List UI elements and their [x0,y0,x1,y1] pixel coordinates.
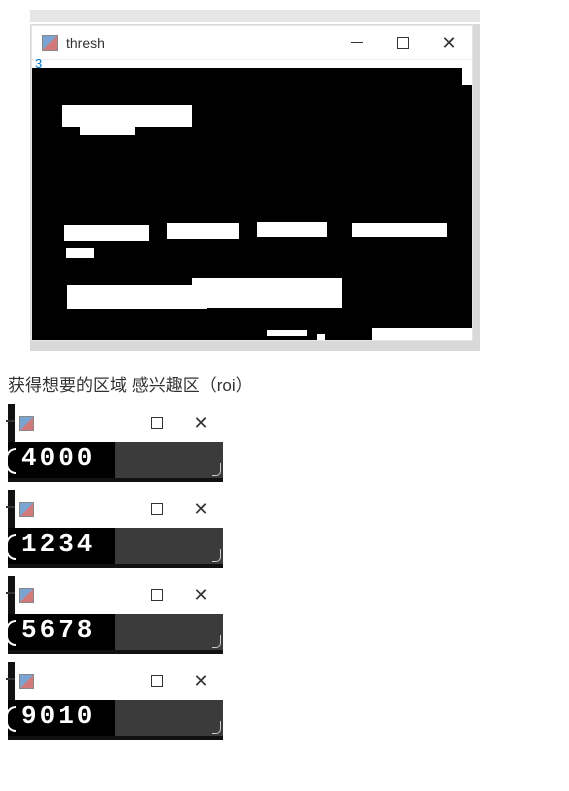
close-button[interactable]: ✕ [426,27,472,59]
close-button[interactable]: ✕ [179,493,223,525]
maximize-button[interactable] [135,579,179,611]
maximize-icon [151,503,163,515]
minimize-button[interactable] [334,27,380,59]
roi-window: ✕ 9010 [8,662,223,740]
maximize-button[interactable] [135,665,179,697]
titlebar: thresh ✕ [32,26,472,60]
roi-right-panel [115,442,223,478]
maximize-icon [151,675,163,687]
app-icon [19,416,34,431]
roi-stack: ✕ 4000 ✕ 1234 ✕ [8,404,223,740]
roi-window: ✕ 4000 [8,404,223,482]
close-icon: ✕ [193,414,208,432]
left-arc [8,700,15,736]
left-arc [8,614,15,650]
close-icon: ✕ [193,586,208,604]
thresh-outer-frame: 3 thresh ✕ [30,24,480,351]
maximize-button[interactable] [380,27,426,59]
roi-right-panel [115,614,223,650]
maximize-button[interactable] [135,493,179,525]
roi-digits: 5678 [15,614,115,650]
roi-digits: 9010 [15,700,115,736]
caption-text: 获得想要的区域 感兴趣区（roi） [8,371,569,396]
close-button[interactable]: ✕ [179,407,223,439]
thresh-image [32,60,472,340]
maximize-button[interactable] [135,407,179,439]
close-button[interactable]: ✕ [179,665,223,697]
app-icon [19,674,34,689]
maximize-icon [151,417,163,429]
titlebar: ✕ [15,662,223,700]
maximize-icon [151,589,163,601]
titlebar: ✕ [15,576,223,614]
roi-body: 1234 [8,528,223,564]
window-title: thresh [66,35,334,51]
thresh-window: thresh ✕ [31,25,473,341]
close-icon: ✕ [193,672,208,690]
minimize-icon [351,42,363,44]
roi-digits: 4000 [15,442,115,478]
app-icon [42,35,58,51]
dash-icon [6,420,15,422]
line-number: 3 [35,56,42,71]
roi-right-panel [115,528,223,564]
roi-window: ✕ 1234 [8,490,223,568]
roi-body: 4000 [8,442,223,478]
left-arc [8,442,15,478]
background-band [30,10,480,22]
roi-body: 5678 [8,614,223,650]
maximize-icon [397,37,409,49]
close-button[interactable]: ✕ [179,579,223,611]
app-icon [19,588,34,603]
close-icon: ✕ [441,34,456,52]
close-icon: ✕ [193,500,208,518]
window-controls: ✕ [334,27,472,59]
left-arc [8,528,15,564]
app-icon [19,502,34,517]
titlebar: ✕ [15,490,223,528]
dash-icon [6,506,15,508]
roi-digits: 1234 [15,528,115,564]
titlebar: ✕ [15,404,223,442]
dash-icon [6,678,15,680]
roi-body: 9010 [8,700,223,736]
roi-window: ✕ 5678 [8,576,223,654]
dash-icon [6,592,15,594]
roi-right-panel [115,700,223,736]
